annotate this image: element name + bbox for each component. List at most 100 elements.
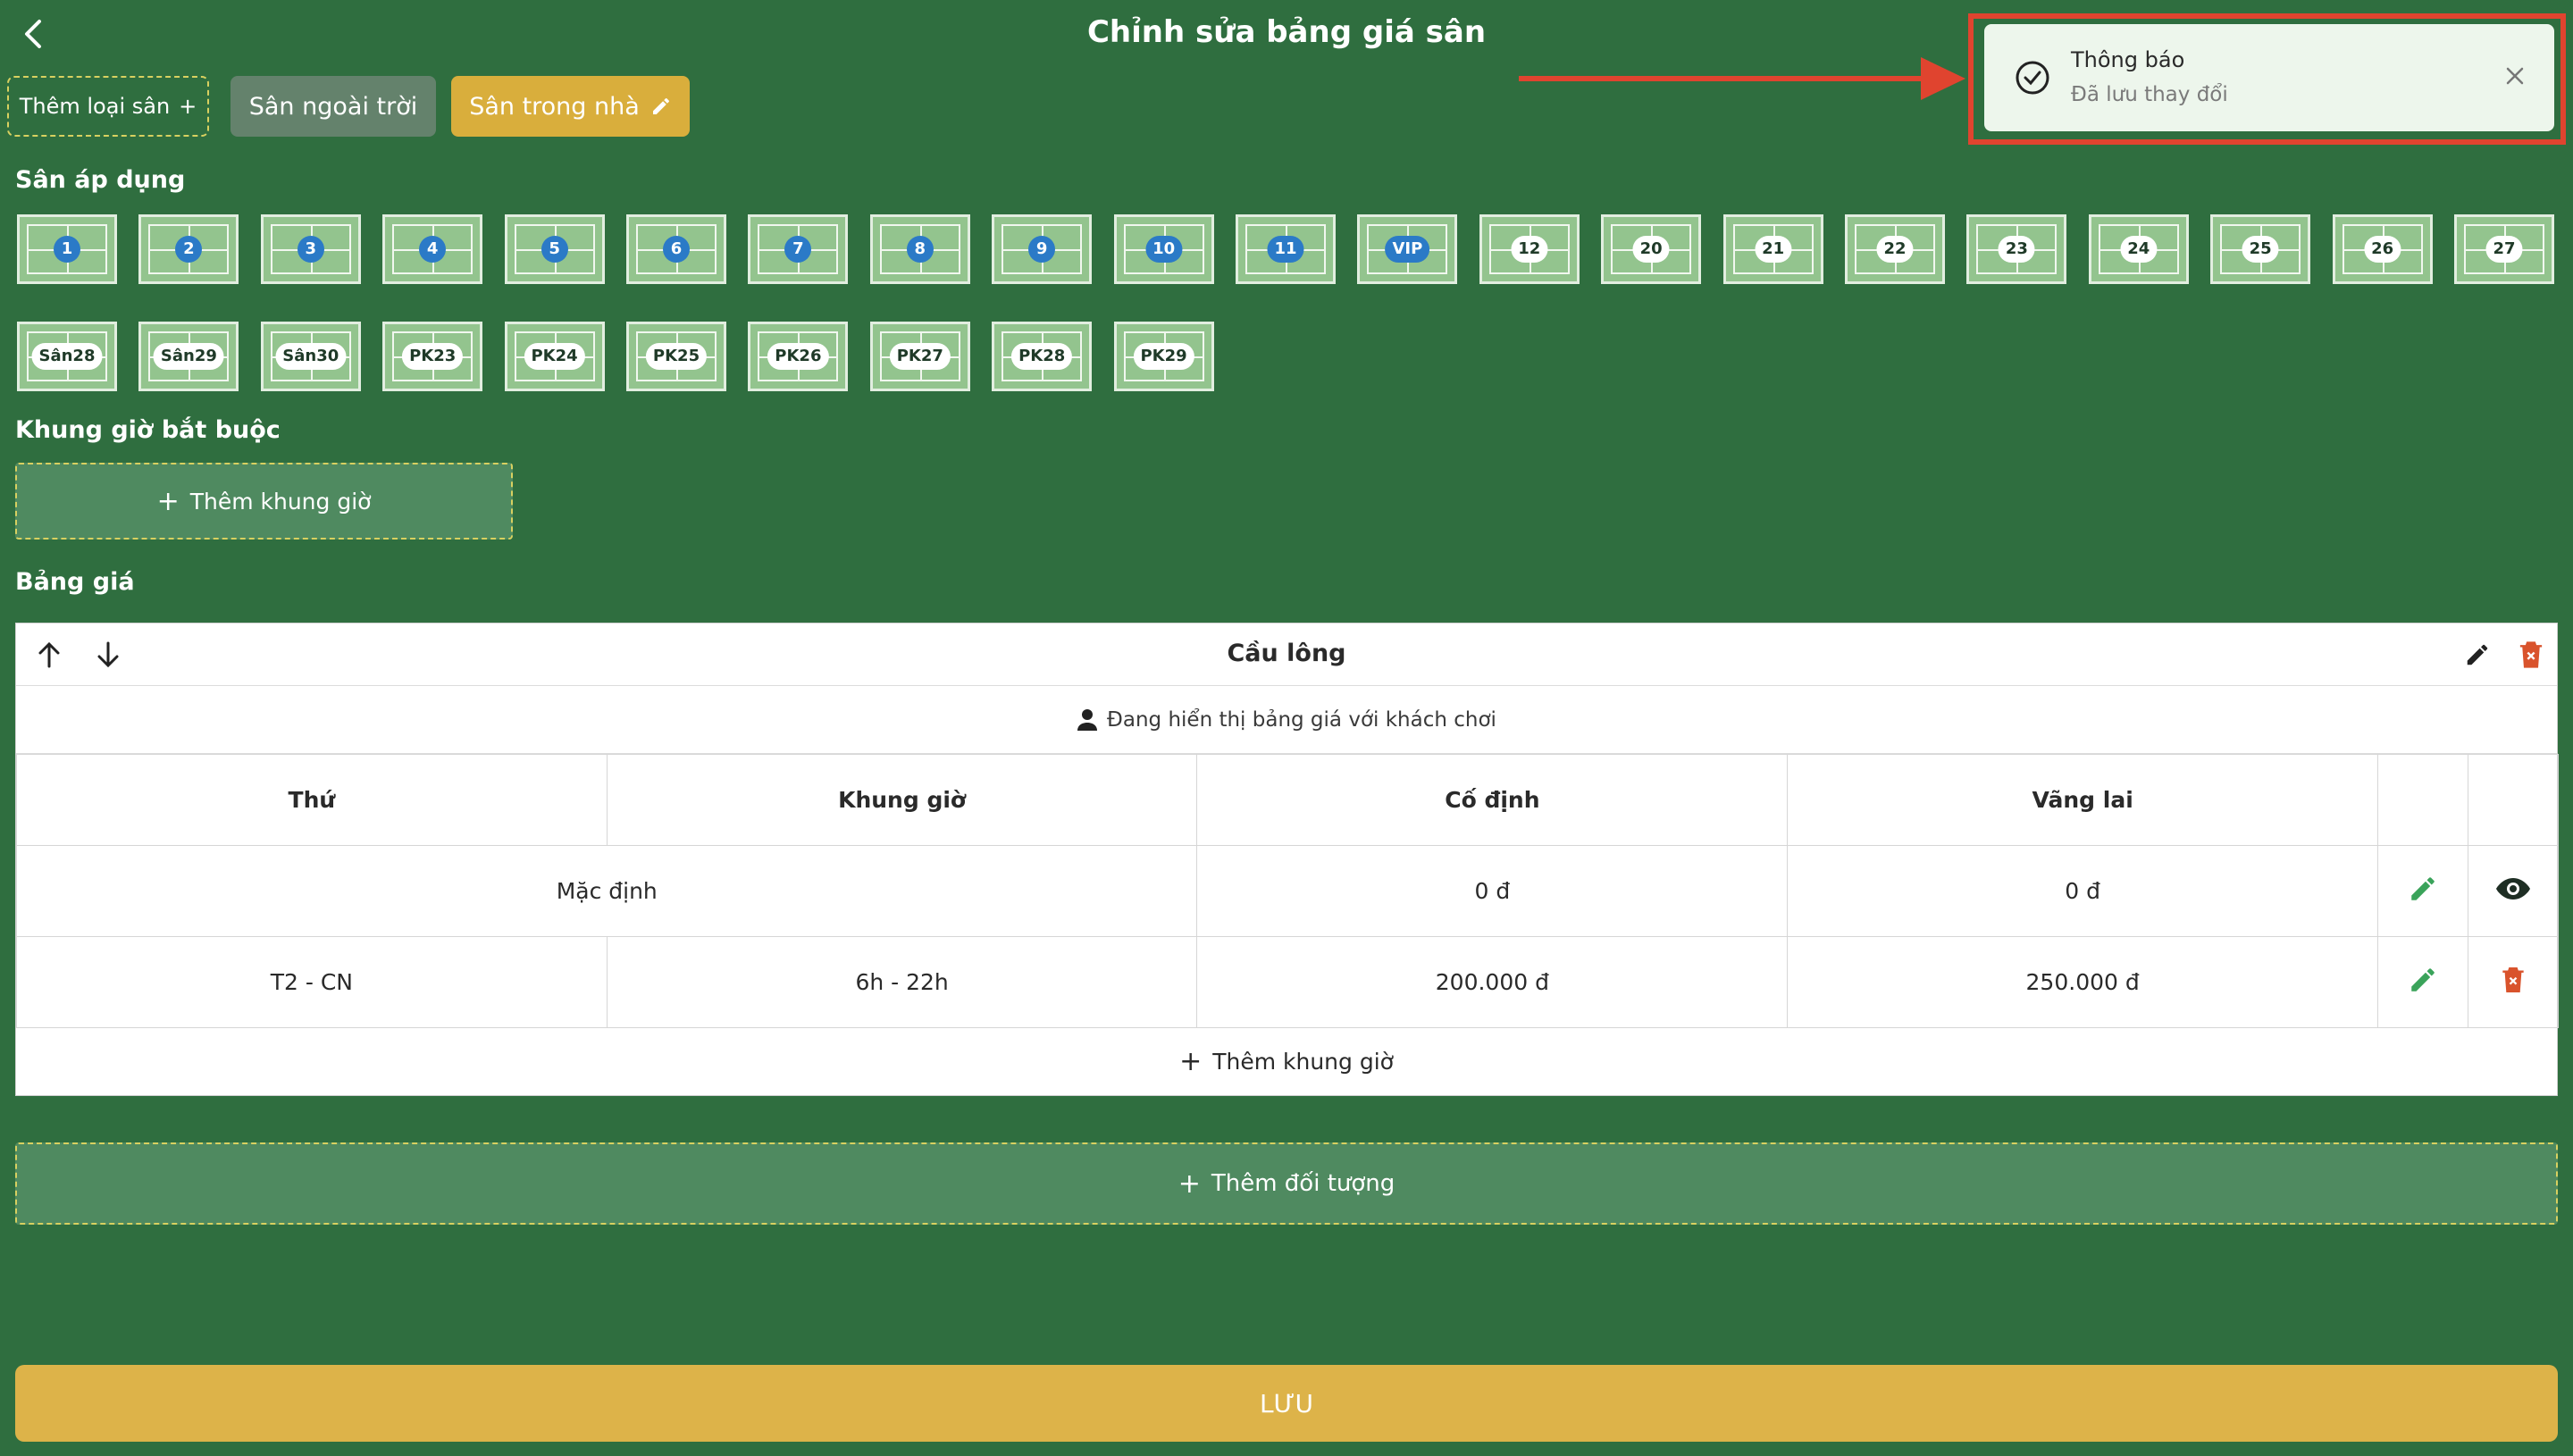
toast-title: Thông báo: [2071, 47, 2185, 72]
court-tile[interactable]: PK25: [626, 322, 726, 391]
court-tile[interactable]: PK29: [1113, 322, 1214, 391]
court-label: 11: [1267, 236, 1304, 263]
plus-icon: +: [156, 485, 180, 517]
court-tile[interactable]: 24: [2088, 214, 2189, 284]
add-required-slot-button[interactable]: + Thêm khung giờ: [15, 463, 513, 540]
court-label: PK25: [645, 343, 708, 370]
court-tile[interactable]: 5: [504, 214, 605, 284]
courts-section-title: Sân áp dụng: [15, 166, 186, 194]
court-label: 24: [2120, 236, 2158, 263]
save-button[interactable]: LƯU: [15, 1365, 2558, 1442]
column-header-walkin: Vãng lai: [1787, 754, 2379, 846]
court-tile[interactable]: 20: [1601, 214, 1702, 284]
column-header-day: Thứ: [16, 754, 608, 846]
court-tile[interactable]: 7: [748, 214, 849, 284]
court-tile[interactable]: 4: [382, 214, 483, 284]
court-tile[interactable]: 23: [1966, 214, 2067, 284]
pencil-icon: [2411, 876, 2435, 900]
court-tile[interactable]: Sân29: [138, 322, 239, 391]
court-label: Sân29: [153, 343, 224, 370]
add-court-type-button[interactable]: Thêm loại sân +: [7, 76, 209, 137]
court-tile[interactable]: 12: [1479, 214, 1580, 284]
column-header-blank: [2467, 754, 2560, 846]
court-tile[interactable]: 6: [626, 214, 726, 284]
court-tile[interactable]: 11: [1236, 214, 1336, 284]
close-icon[interactable]: [2504, 65, 2526, 87]
eye-icon: [2495, 877, 2530, 900]
notification-toast: Thông báo Đã lưu thay đổi: [1984, 24, 2554, 131]
court-tile[interactable]: PK23: [382, 322, 483, 391]
court-tile[interactable]: VIP: [1357, 214, 1458, 284]
pencil-icon: [2467, 644, 2488, 665]
court-label: PK26: [767, 343, 829, 370]
court-tile[interactable]: 10: [1113, 214, 1214, 284]
court-label: 7: [784, 236, 812, 263]
annotation-arrow-line: [1519, 76, 1939, 81]
court-tile[interactable]: 22: [1845, 214, 1945, 284]
court-label: 12: [1511, 236, 1548, 263]
court-label: 3: [297, 236, 324, 263]
price-table-title: Bảng giá: [15, 568, 135, 596]
toast-message: Đã lưu thay đổi: [2071, 83, 2228, 106]
walkin-price-cell: 250.000 đ: [1787, 936, 2379, 1028]
edit-card-button[interactable]: [2464, 641, 2491, 672]
delete-card-button[interactable]: [2518, 640, 2544, 674]
court-tile[interactable]: Sân28: [17, 322, 117, 391]
tab-outdoor[interactable]: Sân ngoài trời: [230, 76, 436, 137]
court-tile[interactable]: 3: [260, 214, 361, 284]
court-label: Sân30: [275, 343, 347, 370]
plus-icon: +: [1179, 1045, 1203, 1077]
time-cell: 6h - 22h: [606, 936, 1198, 1028]
court-tile[interactable]: 25: [2210, 214, 2311, 284]
column-header-time: Khung giờ: [606, 754, 1198, 846]
visibility-info-text: Đang hiển thị bảng giá với khách chơi: [1107, 707, 1496, 732]
add-time-slot-button[interactable]: + Thêm khung giờ: [16, 1027, 2557, 1095]
court-tile[interactable]: 26: [2332, 214, 2433, 284]
add-object-button[interactable]: + Thêm đối tượng: [15, 1142, 2558, 1225]
tab-indoor-label: Sân trong nhà: [469, 92, 640, 121]
column-header-blank: [2377, 754, 2468, 846]
price-card: Cầu lông Đang hiển thị bảng giá với khác…: [15, 623, 2560, 1096]
court-label: PK28: [1011, 343, 1073, 370]
court-tile[interactable]: 2: [138, 214, 239, 284]
court-label: 27: [2485, 236, 2523, 263]
court-tile[interactable]: 9: [992, 214, 1093, 284]
fixed-price-cell: 200.000 đ: [1196, 936, 1789, 1028]
court-tile[interactable]: PK28: [992, 322, 1093, 391]
court-label: PK23: [402, 343, 464, 370]
pencil-icon: [2411, 967, 2435, 992]
trash-icon: [2502, 966, 2524, 992]
court-tile[interactable]: 27: [2454, 214, 2554, 284]
court-tile[interactable]: PK26: [748, 322, 849, 391]
court-label: 23: [1998, 236, 2035, 263]
court-tile[interactable]: 1: [17, 214, 117, 284]
user-icon: [1077, 708, 1098, 731]
fixed-price-cell: 0 đ: [1196, 845, 1789, 937]
tab-indoor[interactable]: Sân trong nhà: [451, 76, 690, 137]
court-tile[interactable]: PK27: [869, 322, 970, 391]
court-label: 4: [419, 236, 447, 263]
court-label: 20: [1632, 236, 1670, 263]
table-row: T2 - CN 6h - 22h 200.000 đ 250.000 đ: [16, 936, 2560, 1028]
court-tile[interactable]: 21: [1722, 214, 1823, 284]
add-required-slot-label: Thêm khung giờ: [189, 488, 372, 515]
court-label: 5: [541, 236, 568, 263]
court-label: PK24: [524, 343, 585, 370]
court-tile[interactable]: PK24: [504, 322, 605, 391]
court-label: 8: [906, 236, 934, 263]
court-label: 2: [175, 236, 203, 263]
add-time-slot-label: Thêm khung giờ: [1212, 1048, 1394, 1075]
court-label: 26: [2364, 236, 2401, 263]
edit-row-button[interactable]: [2377, 936, 2468, 1028]
required-slots-title: Khung giờ bắt buộc: [15, 416, 281, 444]
edit-row-button[interactable]: [2377, 845, 2468, 937]
view-row-button[interactable]: [2467, 845, 2560, 937]
court-tile[interactable]: Sân30: [260, 322, 361, 391]
delete-row-button[interactable]: [2467, 936, 2560, 1028]
court-label: PK29: [1133, 343, 1194, 370]
walkin-price-cell: 0 đ: [1787, 845, 2379, 937]
annotation-arrow-head: [1921, 57, 1965, 100]
pencil-icon: [652, 98, 669, 114]
court-tile[interactable]: 8: [869, 214, 970, 284]
default-row-label: Mặc định: [15, 845, 1198, 937]
